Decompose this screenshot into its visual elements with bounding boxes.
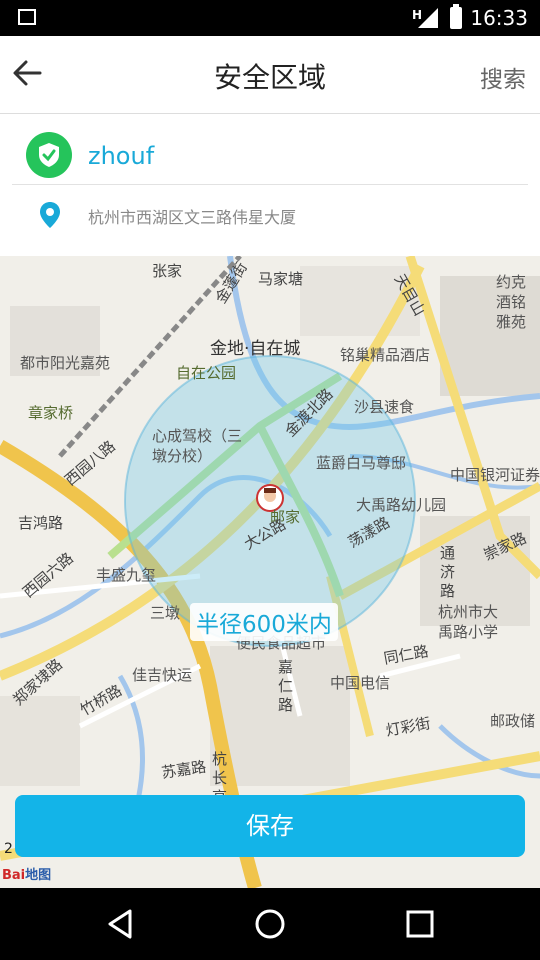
status-bar: H 16:33 (0, 0, 540, 36)
map-label: 中国电信 (330, 674, 391, 692)
map-label: 自在公园 (176, 364, 237, 382)
baidu-map-logo: Bai地图 (2, 868, 52, 883)
battery-icon (450, 4, 462, 29)
map-label: 杭州市大禹路小学 (438, 603, 499, 641)
radius-label: 半径600米内 (190, 603, 338, 641)
map-label: 吉鸿路 (18, 514, 64, 532)
image-notification-icon (18, 9, 36, 25)
map-label: 铭巢精品酒店 (340, 346, 431, 364)
nav-recents-icon[interactable] (402, 906, 438, 942)
page-title: 安全区域 (213, 61, 326, 94)
map-label: 佳吉快运 (132, 666, 193, 684)
map-label: 通济路 (440, 544, 456, 600)
map-label: 中国银河证券 (450, 466, 540, 484)
map-label: 章家桥 (28, 404, 74, 422)
signal-icon (418, 8, 438, 28)
map-label: 金地·自在城 (210, 339, 301, 359)
user-row: zhouf (12, 114, 528, 185)
map-label: 丰盛九玺 (96, 566, 157, 584)
map-view[interactable]: 张家 马家塘 金蓬街 约克酒铭雅苑 天目山 金地·自在城 都市阳光嘉苑 自在公园… (0, 256, 540, 888)
map-label: 蓝爵白马尊邸 (316, 454, 407, 472)
status-time: 16:33 (470, 6, 528, 30)
map-label: 三墩 (150, 604, 181, 622)
user-name: zhouf (88, 142, 155, 170)
shield-check-icon (26, 132, 72, 178)
map-label: 约克酒铭雅苑 (496, 273, 527, 331)
map-label: 邮政储 (490, 712, 536, 730)
location-pin-icon (40, 202, 60, 228)
save-button[interactable]: 保存 (15, 795, 525, 857)
app-header: 安全区域 搜索 (0, 36, 540, 114)
map-label: 张家 (152, 262, 183, 280)
map-label: 沙县速食 (354, 398, 415, 416)
map-label: 大禹路幼儿园 (356, 496, 447, 514)
map-label: 马家塘 (258, 270, 304, 288)
system-nav-bar (0, 888, 540, 960)
map-label: 心成驾校（三墩分校） (152, 427, 243, 465)
nav-home-icon[interactable] (252, 906, 288, 942)
map-label: 嘉仁路 (278, 658, 294, 714)
map-label: 都市阳光嘉苑 (20, 354, 111, 372)
address-text: 杭州市西湖区文三路伟星大厦 (88, 208, 297, 227)
nav-back-icon[interactable] (102, 906, 138, 942)
search-button[interactable]: 搜索 (480, 60, 526, 94)
map-scale: 2 (4, 841, 13, 857)
address-row: 杭州市西湖区文三路伟星大厦 (12, 186, 528, 246)
